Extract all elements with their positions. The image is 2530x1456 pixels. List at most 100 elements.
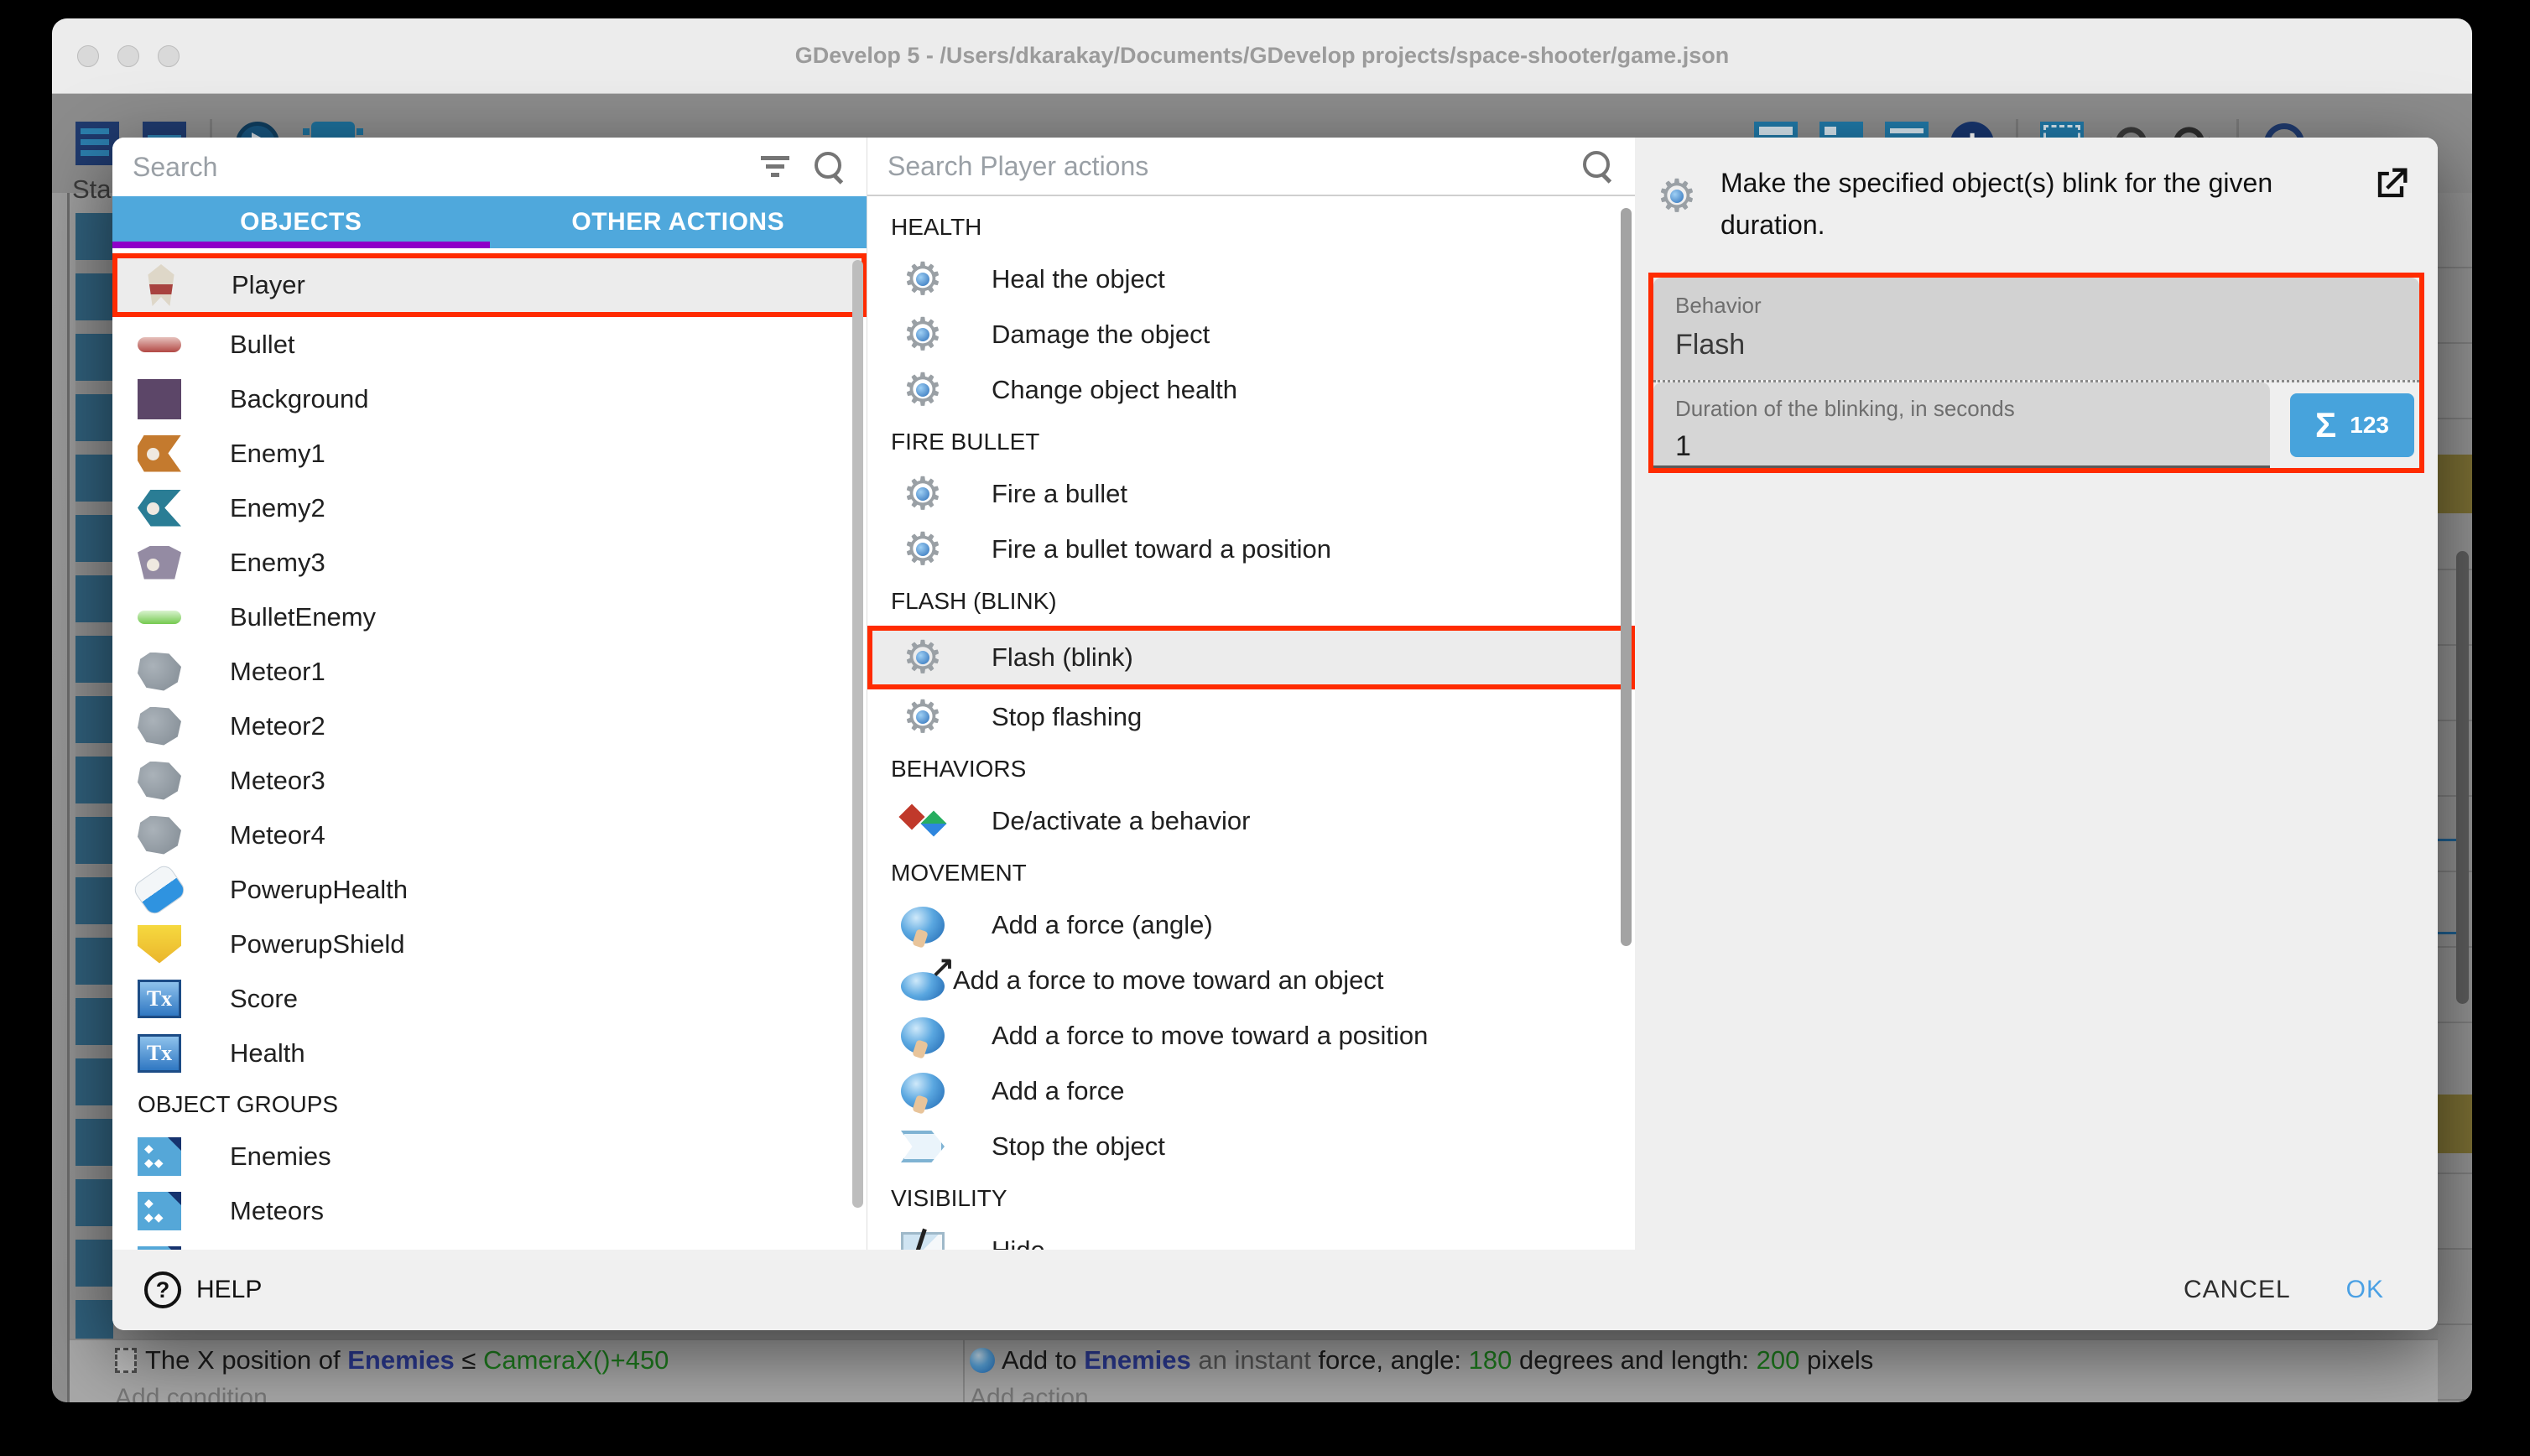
section-header: HEALTH [867, 203, 1635, 252]
object-row-poweruphealth[interactable]: PowerupHealth [112, 862, 867, 917]
object-row-bulletenemy[interactable]: BulletEnemy [112, 590, 867, 644]
section-header: FLASH (BLINK) [867, 577, 1635, 626]
events-scrollbar[interactable] [2456, 551, 2469, 1004]
action-row-flash-blink[interactable]: Flash (blink) [867, 626, 1635, 689]
tab-objects[interactable]: OBJECTS [112, 196, 490, 248]
object-row-meteor3[interactable]: Meteor3 [112, 753, 867, 808]
group-label: Enemies [230, 1141, 331, 1172]
filter-icon[interactable] [761, 156, 789, 178]
action-label: Heal the object [992, 264, 1165, 294]
actions-search-input[interactable]: Search Player actions [888, 151, 1581, 182]
action-label: Fire a bullet [992, 479, 1127, 509]
minimize-icon[interactable] [117, 45, 139, 67]
open-in-new-icon[interactable] [2369, 163, 2413, 206]
object-row-bullet[interactable]: Bullet [112, 317, 867, 372]
object-icon [138, 490, 181, 527]
tab-other-actions[interactable]: OTHER ACTIONS [490, 196, 867, 248]
behavior-field: Behavior Flash [1653, 278, 2419, 380]
actions-scrollbar[interactable] [1621, 208, 1632, 946]
object-row-meteor1[interactable]: Meteor1 [112, 644, 867, 699]
duration-field[interactable]: Duration of the blinking, in seconds 1 [1653, 382, 2270, 468]
event-conditions-cell[interactable]: The X position of Enemies ≤ CameraX()+45… [70, 1340, 965, 1402]
action-row-heal-the-object[interactable]: Heal the object [867, 252, 1635, 307]
add-condition-link[interactable]: Add condition [115, 1384, 963, 1402]
section-header: MOVEMENT [867, 849, 1635, 897]
objects-search-input[interactable]: Search [133, 152, 761, 183]
section-items: Flash (blink) Stop flashing [867, 626, 1635, 745]
object-row-score[interactable]: Score [112, 971, 867, 1026]
object-row-player[interactable]: Player [112, 253, 867, 317]
object-label: BulletEnemy [230, 602, 376, 632]
action-row-add-a-force[interactable]: Add a force [867, 1063, 1635, 1119]
parameters-box: Behavior Flash Duration of the blinking,… [1648, 273, 2424, 473]
action-label: Stop flashing [992, 702, 1142, 732]
add-action-link[interactable]: Add action [970, 1384, 2438, 1402]
behavior-field-value: Flash [1675, 329, 2397, 361]
object-row-health[interactable]: Health [112, 1026, 867, 1080]
segment: The X position of [145, 1345, 347, 1375]
section-items: De/activate a behavior [867, 793, 1635, 849]
group-row-meteors[interactable]: Meteors [112, 1183, 867, 1238]
search-icon[interactable] [1581, 149, 1615, 183]
object-label: Score [230, 984, 298, 1014]
zoom-icon[interactable] [158, 45, 180, 67]
events-condition-column [75, 213, 113, 1344]
search-icon[interactable] [813, 150, 846, 184]
close-icon[interactable] [77, 45, 99, 67]
action-row-stop-flashing[interactable]: Stop flashing [867, 689, 1635, 745]
section-header: VISIBILITY [867, 1174, 1635, 1223]
object-icon [138, 816, 181, 855]
objects-search-row: Search [112, 138, 867, 196]
window-title: GDevelop 5 - /Users/dkarakay/Documents/G… [795, 43, 1729, 69]
object-label: Enemy2 [230, 493, 325, 523]
action-row-damage-the-object[interactable]: Damage the object [867, 307, 1635, 362]
segment: Add to [1002, 1345, 1084, 1375]
action-row-stop-the-object[interactable]: Stop the object [867, 1119, 1635, 1174]
object-row-meteor4[interactable]: Meteor4 [112, 808, 867, 862]
help-button[interactable]: ? HELP [144, 1271, 262, 1308]
duration-field-value: 1 [1675, 430, 2248, 463]
group-row-powerups[interactable]: Powerups [112, 1238, 867, 1250]
object-icon [138, 337, 181, 352]
scene-tab[interactable]: Sta [72, 174, 112, 205]
action-label: Add a force to move toward a position [992, 1021, 1428, 1051]
object-label: Meteor1 [230, 657, 325, 687]
action-row-add-a-force-to-move-toward-a-position[interactable]: Add a force to move toward a position [867, 1008, 1635, 1063]
objects-panel: Search OBJECTSOTHER ACTIONS [112, 138, 867, 1250]
event-actions-cell[interactable]: Add to Enemies an instant force, angle: … [965, 1340, 2438, 1402]
section-header: FIRE BULLET [867, 418, 1635, 466]
action-row-add-a-force-to-move-toward-an-object[interactable]: Add a force to move toward an object [867, 953, 1635, 1008]
action-label: Stop the object [992, 1131, 1165, 1162]
object-row-background[interactable]: Background [112, 372, 867, 426]
action-row-hide[interactable]: Hide [867, 1223, 1635, 1250]
object-row-meteor2[interactable]: Meteor2 [112, 699, 867, 753]
objects-items: Player Bullet Background [112, 253, 867, 1080]
object-label: Meteor3 [230, 766, 325, 796]
action-row-fire-a-bullet-toward-a-position[interactable]: Fire a bullet toward a position [867, 522, 1635, 577]
action-row-change-object-health[interactable]: Change object health [867, 362, 1635, 418]
action-row-add-a-force-angle[interactable]: Add a force (angle) [867, 897, 1635, 953]
action-icon [901, 1017, 945, 1054]
ok-button[interactable]: OK [2346, 1276, 2384, 1304]
object-row-enemy1[interactable]: Enemy1 [112, 426, 867, 481]
action-text: Add to Enemies an instant force, angle: … [1002, 1345, 1873, 1375]
object-row-enemy3[interactable]: Enemy3 [112, 535, 867, 590]
object-icon [138, 925, 181, 964]
action-icon [901, 803, 945, 840]
group-row-enemies[interactable]: Enemies [112, 1129, 867, 1183]
action-row-fire-a-bullet[interactable]: Fire a bullet [867, 466, 1635, 522]
object-label: Enemy3 [230, 548, 325, 578]
group-icon [138, 1246, 181, 1251]
objects-scrollbar[interactable] [852, 260, 863, 1208]
object-row-enemy2[interactable]: Enemy2 [112, 481, 867, 535]
action-row-de-activate-a-behavior[interactable]: De/activate a behavior [867, 793, 1635, 849]
object-icon [138, 653, 181, 691]
object-icon [138, 980, 181, 1018]
condition-icon [115, 1348, 137, 1373]
help-label: HELP [196, 1276, 262, 1304]
screen: GDevelop 5 - /Users/dkarakay/Documents/G… [0, 0, 2530, 1456]
cancel-button[interactable]: CANCEL [2184, 1276, 2291, 1304]
expression-editor-button[interactable]: Σ 123 [2290, 393, 2414, 457]
object-row-powerupshield[interactable]: PowerupShield [112, 917, 867, 971]
traffic-lights [77, 45, 180, 67]
